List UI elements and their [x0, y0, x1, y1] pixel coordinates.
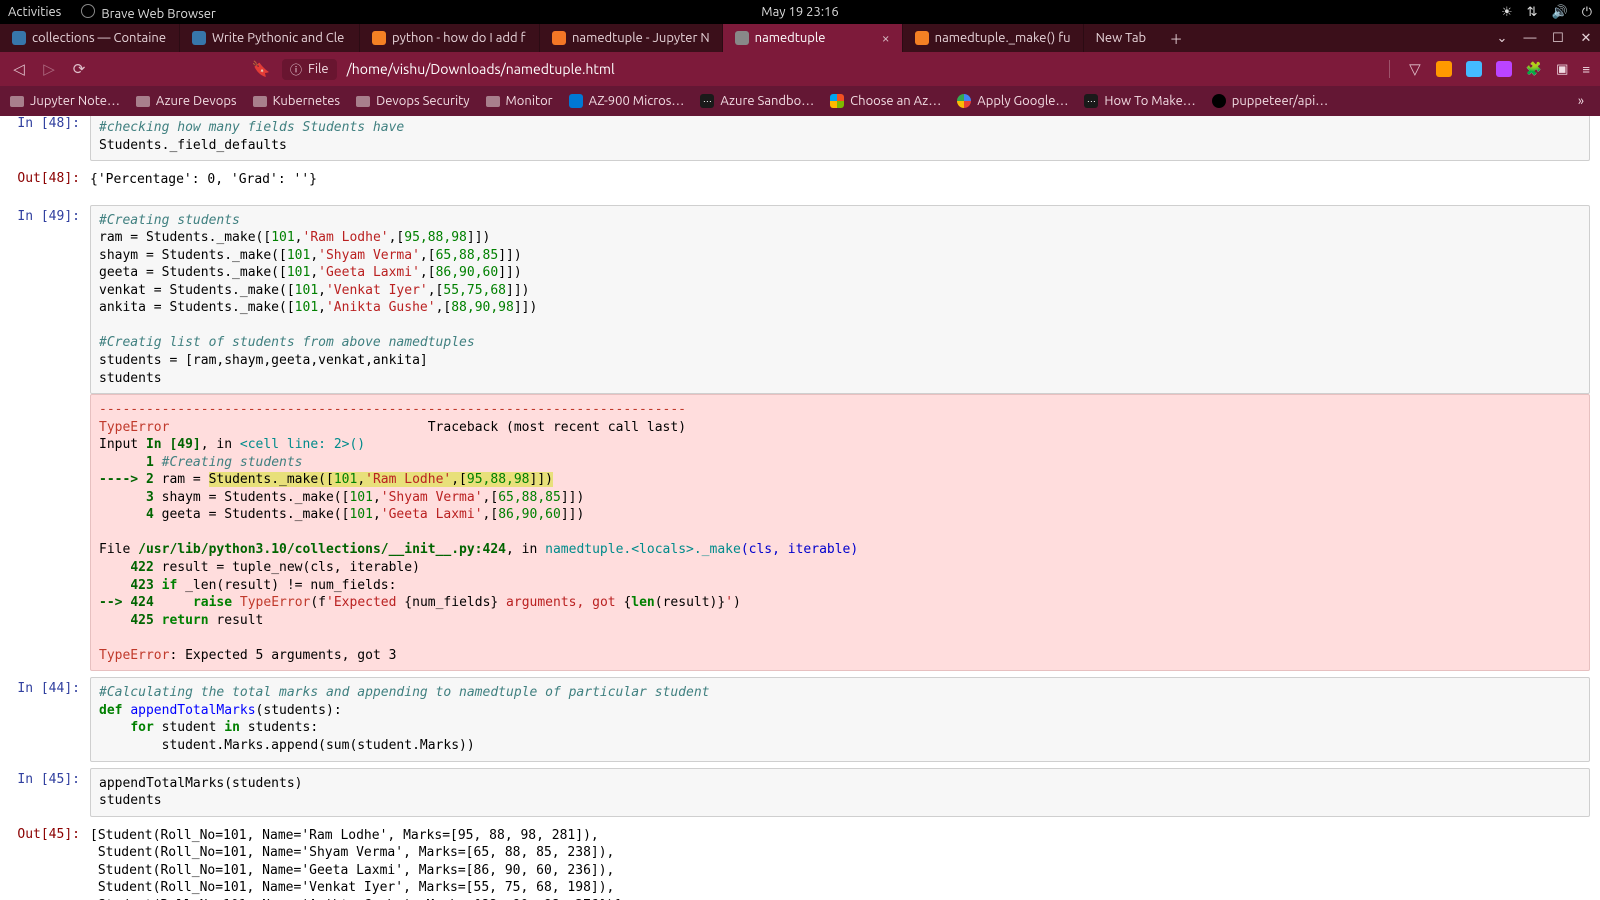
cell-input-49[interactable]: #Creating students ram = Students._make(… [90, 205, 1590, 394]
sidebar-icon[interactable]: ▣ [1556, 62, 1568, 77]
cell-output-45: [Student(Roll_No=101, Name='Ram Lodhe', … [90, 823, 1590, 900]
tab-stackoverflow[interactable]: python - how do I add f [360, 24, 540, 52]
microsoft-icon [830, 94, 844, 108]
tab-label: namedtuple - Jupyter N [572, 31, 710, 45]
tab-label: namedtuple [755, 31, 826, 45]
file-icon [735, 31, 749, 45]
bookmark-azure-devops[interactable]: Azure Devops [136, 94, 237, 108]
reload-button[interactable]: ⟳ [70, 60, 88, 78]
python-icon [192, 31, 206, 45]
cell-input-44[interactable]: #Calculating the total marks and appendi… [90, 677, 1590, 761]
tab-label: Write Pythonic and Cle [212, 31, 344, 45]
tab-label: namedtuple._make() fu [935, 31, 1071, 45]
app-indicator[interactable]: Brave Web Browser [81, 4, 216, 21]
cell-traceback-49: ----------------------------------------… [90, 394, 1590, 671]
activities-label[interactable]: Activities [8, 5, 61, 19]
network-icon[interactable]: ⇅ [1527, 5, 1538, 20]
brave-icon [81, 4, 95, 18]
bookmark-puppeteer[interactable]: puppeteer/api… [1212, 94, 1328, 108]
ext-icon-3[interactable] [1496, 61, 1512, 77]
tab-label: collections — Containe [32, 31, 166, 45]
brave-shield-icon[interactable]: ▽ [1406, 60, 1424, 78]
separator [1389, 60, 1390, 78]
jupyter-icon [552, 31, 566, 45]
window-close-icon[interactable]: ✕ [1572, 31, 1600, 46]
volume-icon[interactable]: 🔊 [1552, 5, 1568, 20]
plus-icon: ＋ [1166, 29, 1186, 48]
sandbox-icon: ⋯ [700, 94, 714, 108]
google-icon [957, 94, 971, 108]
bookmark-choose-azure[interactable]: Choose an Az… [830, 94, 941, 108]
cell-input-45[interactable]: appendTotalMarks(students) students [90, 768, 1590, 817]
bookmarks-overflow-icon[interactable]: » [1572, 94, 1590, 108]
bookmarks-bar: Jupyter Note… Azure Devops Kubernetes De… [0, 86, 1600, 116]
azure-icon [569, 94, 583, 108]
bookmark-azure-sandbox[interactable]: ⋯Azure Sandbo… [700, 94, 814, 108]
bookmark-howto[interactable]: ⋯How To Make… [1084, 94, 1195, 108]
link-icon: ⋯ [1084, 94, 1098, 108]
github-icon [1212, 94, 1226, 108]
tabs-dropdown-icon[interactable]: ⌄ [1488, 31, 1516, 46]
url-path: /home/vishu/Downloads/namedtuple.html [347, 61, 615, 77]
window-minimize-icon[interactable]: — [1516, 31, 1544, 45]
page-content: In [48]: #checking how many fields Stude… [0, 116, 1600, 900]
prompt-out-45: Out[45]: [10, 823, 90, 900]
prompt-in-44: In [44]: [10, 677, 90, 761]
prompt-empty [10, 394, 90, 671]
bookmark-devops-security[interactable]: Devops Security [356, 94, 469, 108]
bookmark-az900[interactable]: AZ-900 Micros… [569, 94, 685, 108]
cell-input-48[interactable]: #checking how many fields Students have … [90, 116, 1590, 161]
folder-icon [253, 96, 267, 107]
folder-icon [136, 96, 150, 107]
bookmark-google[interactable]: Apply Google… [957, 94, 1068, 108]
browser-tabstrip: collections — Containe Write Pythonic an… [0, 24, 1600, 52]
tab-new[interactable]: New Tab [1084, 24, 1159, 52]
python-icon [12, 31, 26, 45]
brightness-icon[interactable]: ☀ [1501, 5, 1513, 20]
extensions-icon[interactable]: 🧩 [1526, 62, 1542, 77]
url-scheme: File [308, 62, 329, 76]
tab-make[interactable]: namedtuple._make() fu [903, 24, 1084, 52]
bookmark-jupyter[interactable]: Jupyter Note… [10, 94, 120, 108]
address-bar-row: ◁ ▷ ⟳ 🔖 ⓘ File /home/vishu/Downloads/name… [0, 52, 1600, 86]
bookmark-monitor[interactable]: Monitor [486, 94, 553, 108]
tab-pythonic[interactable]: Write Pythonic and Cle [180, 24, 360, 52]
tab-close-icon[interactable]: × [876, 30, 890, 46]
tab-label: python - how do I add f [392, 31, 526, 45]
prompt-in-49: In [49]: [10, 205, 90, 394]
prompt-out-48: Out[48]: [10, 167, 90, 199]
window-maximize-icon[interactable]: ☐ [1544, 31, 1572, 46]
folder-icon [10, 96, 24, 107]
back-button[interactable]: ◁ [10, 60, 28, 78]
tab-label: New Tab [1096, 31, 1147, 45]
tab-namedtuple-active[interactable]: namedtuple × [723, 24, 903, 52]
url-bar[interactable]: ⓘ File /home/vishu/Downloads/namedtuple.h… [282, 59, 1373, 80]
ext-icon-1[interactable] [1436, 61, 1452, 77]
gnome-topbar: Activities Brave Web Browser May 19 23:1… [0, 0, 1600, 24]
prompt-in-48: In [48]: [10, 116, 90, 161]
cell-output-48: {'Percentage': 0, 'Grad': ''} [90, 167, 1590, 199]
folder-icon [356, 96, 370, 107]
so-icon [372, 31, 386, 45]
prompt-in-45: In [45]: [10, 768, 90, 817]
so-icon [915, 31, 929, 45]
folder-icon [486, 96, 500, 107]
bookmark-kubernetes[interactable]: Kubernetes [253, 94, 341, 108]
bookmark-icon[interactable]: 🔖 [252, 60, 270, 78]
power-icon[interactable]: ⏻ [1582, 5, 1592, 20]
ext-icon-2[interactable] [1466, 61, 1482, 77]
info-icon: ⓘ [290, 61, 302, 78]
tab-collections[interactable]: collections — Containe [0, 24, 180, 52]
clock-label[interactable]: May 19 23:16 [761, 5, 838, 19]
menu-icon[interactable]: ≡ [1582, 62, 1590, 77]
new-tab-button[interactable]: ＋ [1158, 24, 1194, 52]
forward-button[interactable]: ▷ [40, 60, 58, 78]
tab-jupyter[interactable]: namedtuple - Jupyter N [540, 24, 723, 52]
